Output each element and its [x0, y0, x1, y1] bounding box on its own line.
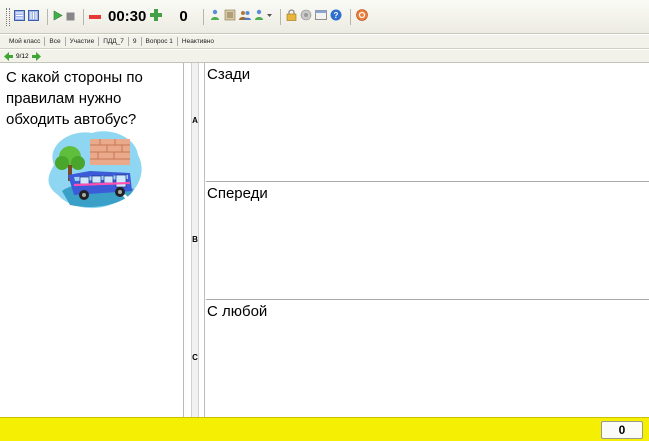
- camera-icon[interactable]: [300, 8, 312, 26]
- status-bar: 0: [0, 417, 649, 441]
- lock-icon[interactable]: [286, 8, 297, 26]
- person-icon[interactable]: [209, 8, 221, 26]
- answer-c-letter: C: [192, 353, 198, 362]
- info-question-count: 9: [129, 37, 142, 46]
- info-participation[interactable]: Участие: [66, 37, 100, 46]
- answer-b-text: Спереди: [207, 185, 268, 202]
- question-panel: С какой стороны по правилам нужно обходи…: [0, 63, 184, 417]
- toolbar-separator: [202, 8, 204, 25]
- session-info-bar: Мой класс Все Участие ПДД_7 9 Вопрос 1 Н…: [0, 35, 649, 49]
- answer-option-c[interactable]: С любой: [206, 300, 649, 417]
- toolbar-separator: [349, 8, 351, 25]
- minus-icon[interactable]: [89, 8, 101, 26]
- answer-a-letter: A: [192, 116, 198, 125]
- stop-icon[interactable]: [66, 8, 75, 26]
- score-display: 0: [601, 421, 643, 439]
- counter-display: 0: [179, 8, 188, 25]
- question-position: 9/12: [16, 52, 29, 60]
- bus-illustration: [40, 125, 148, 220]
- answer-b-letter: B: [192, 235, 198, 244]
- info-class[interactable]: Мой класс: [5, 37, 46, 46]
- prev-arrow-icon[interactable]: [4, 51, 13, 61]
- grid-icon[interactable]: [14, 8, 25, 26]
- next-arrow-icon[interactable]: [31, 51, 41, 61]
- svg-text:?: ?: [333, 11, 338, 20]
- toolbar-separator: [83, 8, 84, 25]
- info-question-number: Вопрос 1: [142, 37, 178, 46]
- answer-a-text: Сзади: [207, 66, 251, 83]
- info-test-name[interactable]: ПДД_7: [99, 37, 129, 46]
- plus-icon[interactable]: [150, 8, 163, 26]
- toolbar-separator: [47, 8, 48, 25]
- question-text: С какой стороны по правилам нужно обходи…: [6, 69, 143, 128]
- question-navigation: 9/12: [0, 50, 649, 63]
- info-group[interactable]: Все: [45, 37, 66, 46]
- answer-option-a[interactable]: Сзади: [206, 63, 649, 182]
- play-icon[interactable]: [53, 8, 63, 26]
- grid-icon[interactable]: [28, 8, 39, 26]
- toolbar-grip[interactable]: [6, 7, 10, 26]
- main-toolbar: 00:30 0 ?: [0, 0, 649, 34]
- toolbar-separator: [279, 8, 281, 25]
- help-icon[interactable]: ?: [330, 8, 342, 26]
- group-icon[interactable]: [238, 8, 251, 26]
- person-dropdown-icon[interactable]: [254, 8, 272, 26]
- answer-c-text: С любой: [207, 303, 268, 320]
- info-status: Неактивно: [181, 38, 215, 45]
- answer-option-b[interactable]: Спереди: [206, 182, 649, 300]
- exit-icon[interactable]: [355, 8, 368, 26]
- list-icon[interactable]: [224, 8, 236, 26]
- window-icon[interactable]: [314, 8, 327, 26]
- timer-display: 00:30: [108, 8, 147, 25]
